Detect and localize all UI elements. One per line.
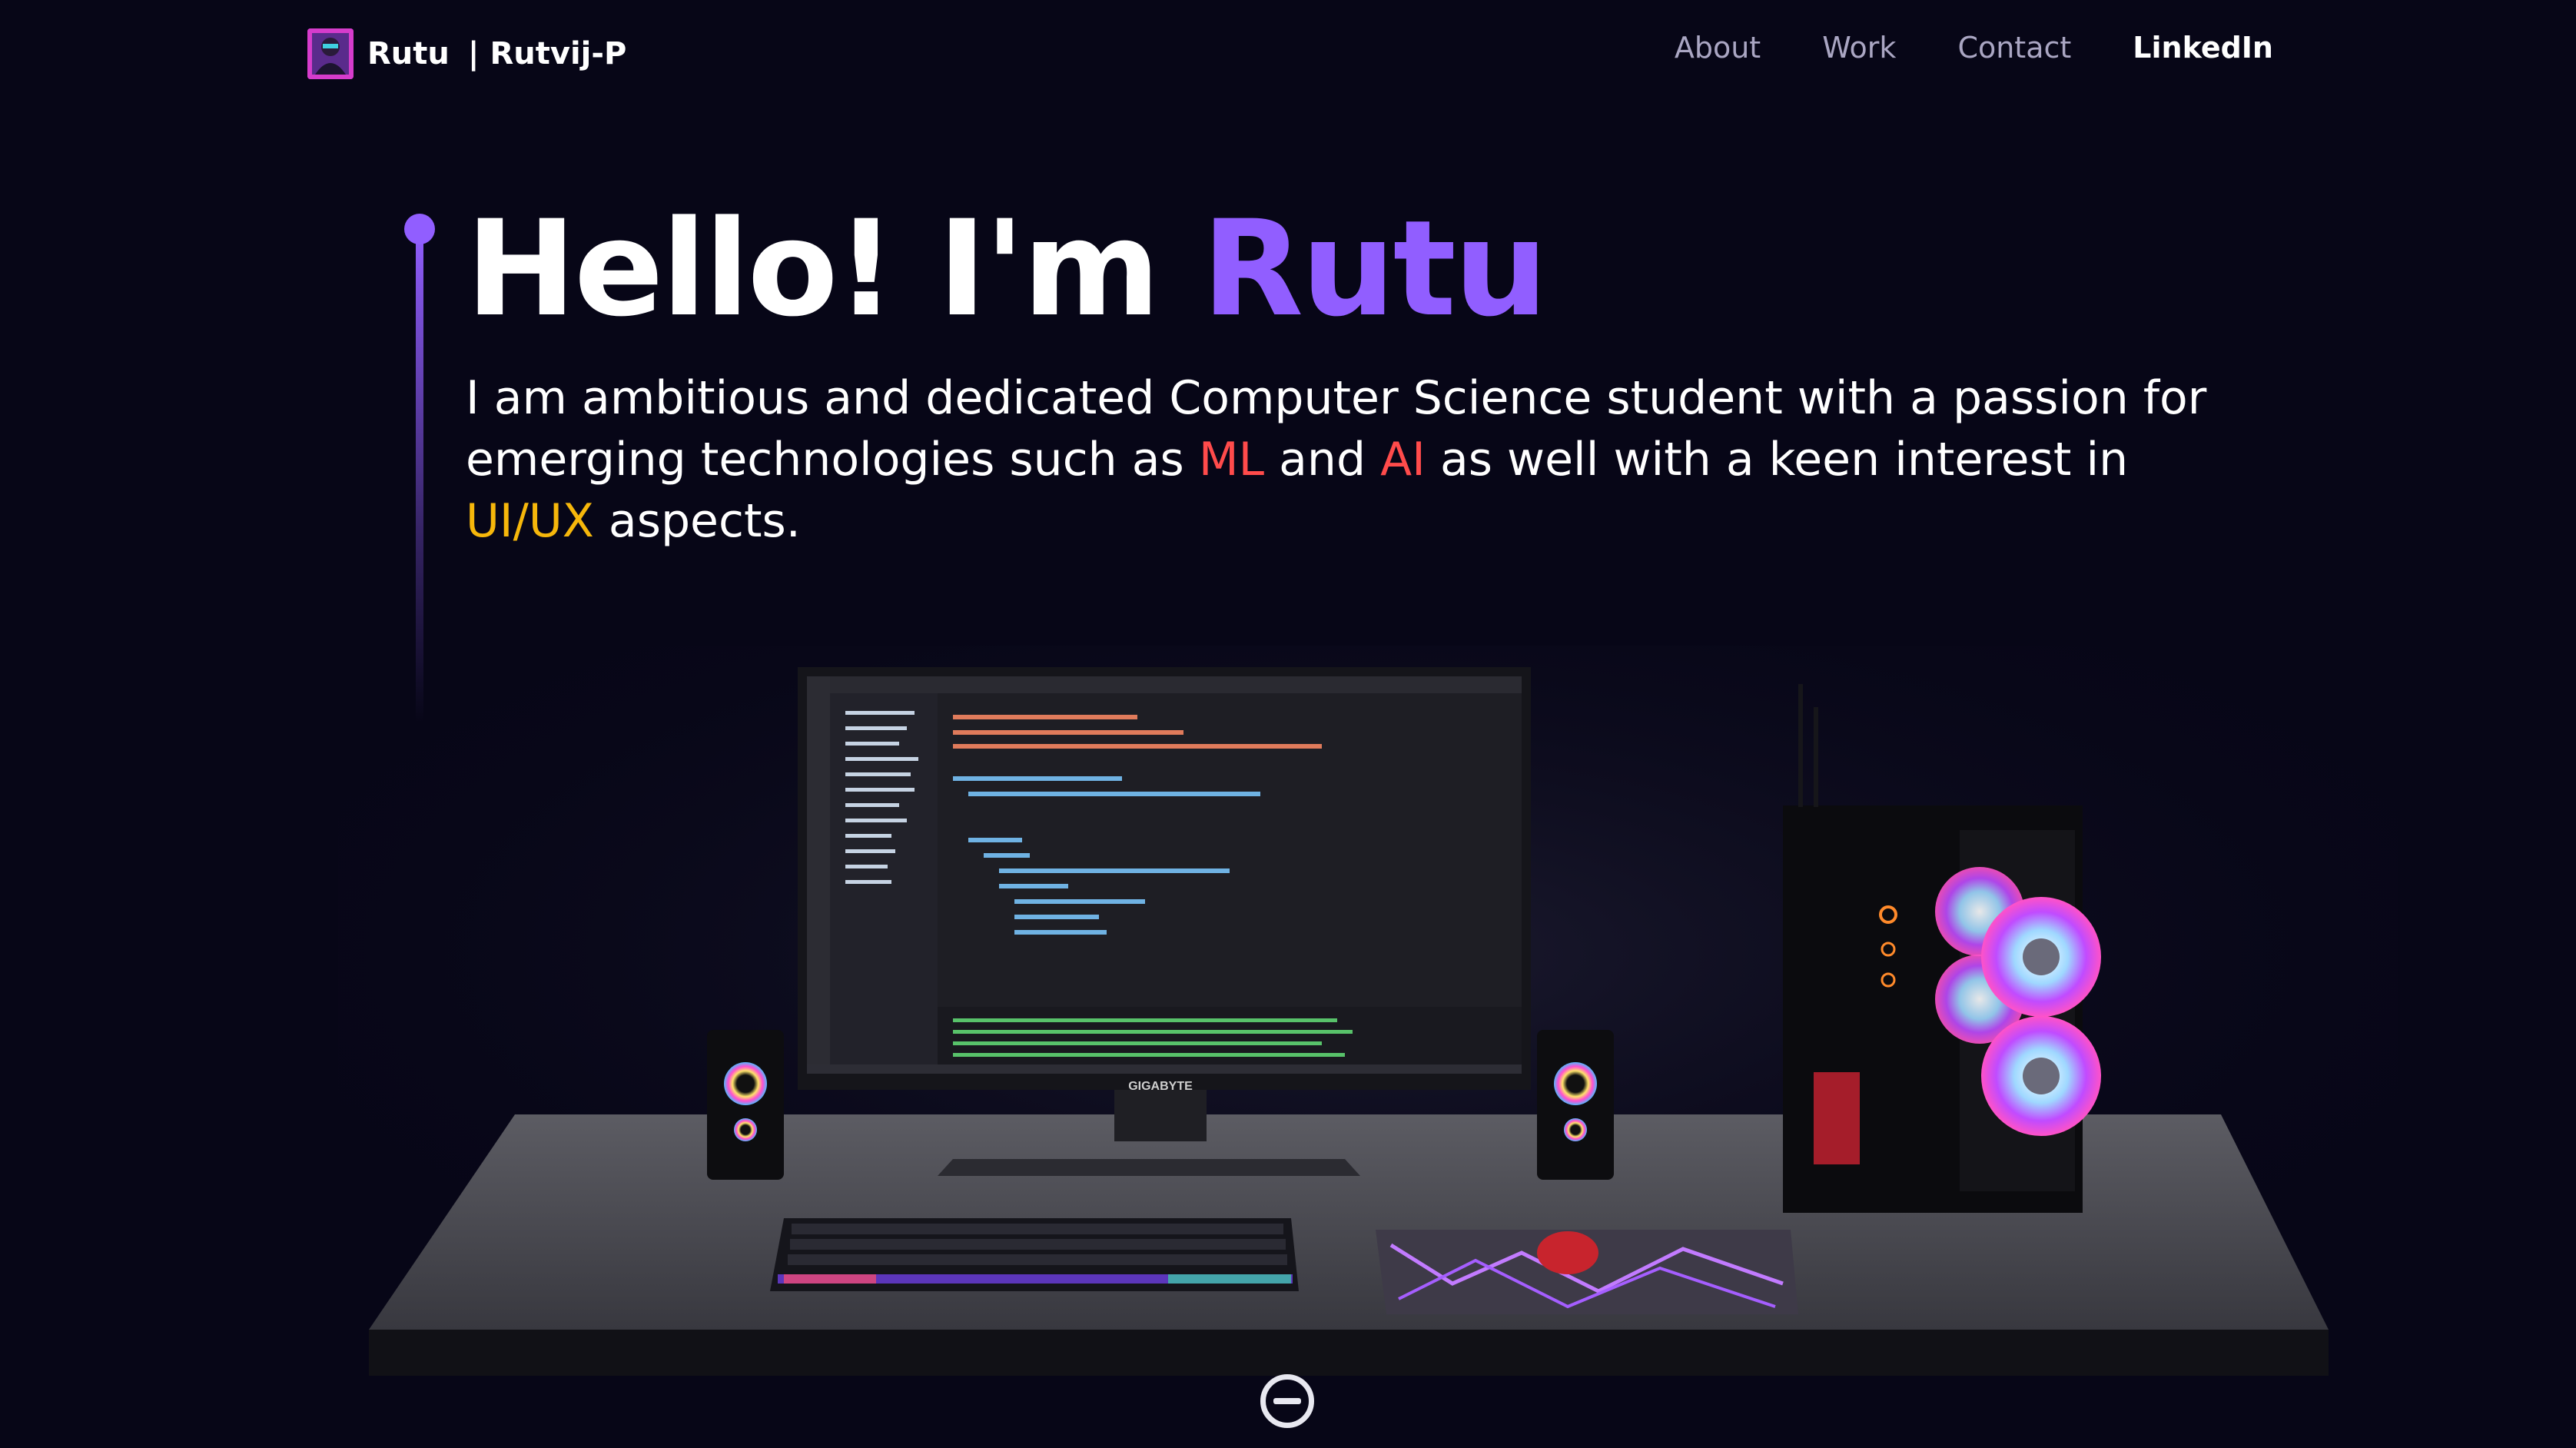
nav-link-about[interactable]: About bbox=[1675, 31, 1761, 65]
highlight-ml: ML bbox=[1198, 433, 1265, 487]
desk-setup-3d-canvas[interactable]: GIGABYTE bbox=[338, 646, 2398, 1414]
scroll-down-button[interactable] bbox=[1260, 1374, 1314, 1428]
hero-greeting: Hello! I'm bbox=[466, 191, 1202, 346]
brand-link[interactable]: Rutu | Rutvij-P bbox=[307, 28, 626, 80]
highlight-ai: AI bbox=[1380, 433, 1426, 487]
nav-links: About Work Contact LinkedIn bbox=[1675, 31, 2273, 65]
nav-link-linkedin[interactable]: LinkedIn bbox=[2133, 31, 2273, 65]
intro-text-and: and bbox=[1264, 433, 1381, 487]
monitor-brand-label: GIGABYTE bbox=[1128, 1080, 1193, 1093]
avatar-logo bbox=[307, 28, 354, 79]
navbar: Rutu | Rutvij-P About Work Contact Linke… bbox=[0, 0, 2576, 108]
highlight-uiux: UI/UX bbox=[466, 494, 594, 548]
intro-text-2: as well with a keen interest in bbox=[1425, 433, 2129, 487]
desk-front bbox=[369, 1330, 2329, 1376]
scroll-down-icon bbox=[1273, 1398, 1301, 1404]
intro-text-3: aspects. bbox=[593, 494, 801, 548]
mouse bbox=[1537, 1231, 1598, 1274]
brand-separator: | bbox=[467, 36, 480, 71]
hero-intro: I am ambitious and dedicated Computer Sc… bbox=[466, 367, 2233, 552]
hero-name: Rutu bbox=[1201, 191, 1549, 346]
hero-heading: Hello! I'm Rutu bbox=[466, 191, 1549, 346]
brand-handle: Rutvij-P bbox=[490, 36, 627, 71]
brand-name: Rutu bbox=[367, 36, 450, 71]
nav-link-work[interactable]: Work bbox=[1822, 31, 1896, 65]
nav-link-contact[interactable]: Contact bbox=[1957, 31, 2071, 65]
